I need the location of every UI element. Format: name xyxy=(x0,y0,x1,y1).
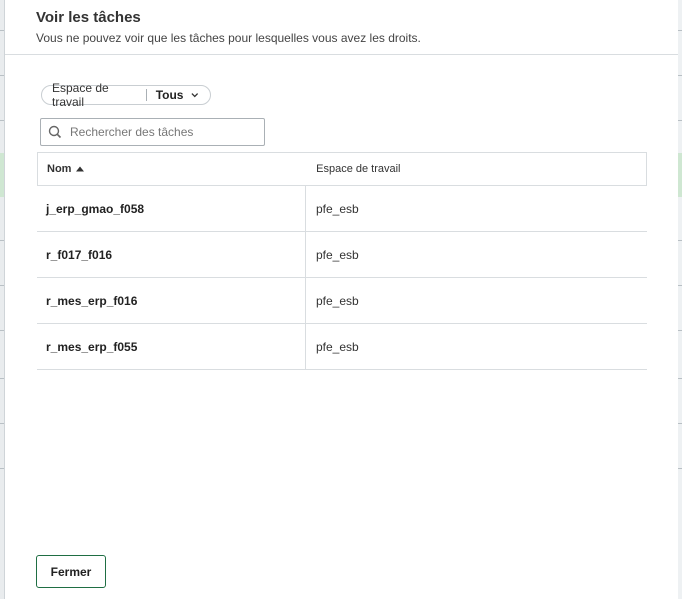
task-workspace: pfe_esb xyxy=(316,293,359,308)
task-name: r_f017_f016 xyxy=(37,232,306,277)
dialog-title: Voir les tâches xyxy=(36,9,141,26)
table-header: Nom Espace de travail xyxy=(37,152,647,186)
close-button[interactable]: Fermer xyxy=(36,555,106,588)
column-header-label: Nom xyxy=(47,163,72,175)
task-workspace: pfe_esb xyxy=(316,201,359,216)
task-workspace: pfe_esb xyxy=(316,339,359,354)
view-tasks-dialog: Voir les tâches Vous ne pouvez voir que … xyxy=(5,0,678,599)
filter-label: Espace de travail xyxy=(52,81,109,109)
search-box[interactable] xyxy=(40,118,265,146)
column-header-workspace[interactable]: Espace de travail xyxy=(306,163,646,175)
chevron-down-icon xyxy=(191,93,199,98)
dialog-header: Voir les tâches Vous ne pouvez voir que … xyxy=(5,0,678,55)
workspace-filter-chip[interactable]: Espace de travail Tous xyxy=(41,81,211,109)
table-row[interactable]: r_mes_erp_f016 pfe_esb xyxy=(37,278,647,324)
filter-value: Tous xyxy=(155,88,184,102)
task-workspace: pfe_esb xyxy=(316,247,359,262)
column-header-name[interactable]: Nom xyxy=(38,163,306,175)
task-name: r_mes_erp_f055 xyxy=(37,324,306,369)
table-row[interactable]: r_f017_f016 pfe_esb xyxy=(37,232,647,278)
search-icon xyxy=(48,125,62,139)
dialog-subtitle: Vous ne pouvez voir que les tâches pour … xyxy=(36,31,421,45)
filter-separator xyxy=(145,89,147,101)
table-row[interactable]: r_mes_erp_f055 pfe_esb xyxy=(37,324,647,370)
task-name: j_erp_gmao_f058 xyxy=(37,186,306,231)
search-input[interactable] xyxy=(68,124,252,140)
sort-up-icon xyxy=(76,166,85,172)
table-row[interactable]: j_erp_gmao_f058 pfe_esb xyxy=(37,186,647,232)
task-name: r_mes_erp_f016 xyxy=(37,278,306,323)
tasks-table: Nom Espace de travail j_erp_gmao_f058 pf… xyxy=(37,152,647,370)
